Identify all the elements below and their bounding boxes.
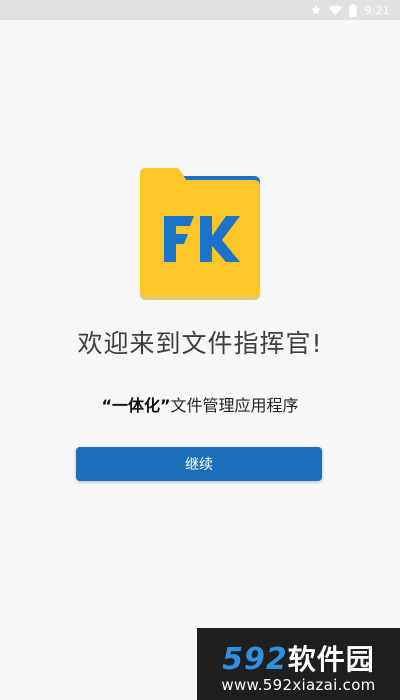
continue-button[interactable]: 继续	[76, 447, 322, 481]
star-icon	[310, 4, 322, 16]
subtitle-rest: 文件管理应用程序	[170, 396, 299, 415]
status-bar: 9:21	[0, 0, 400, 20]
watermark-digits: 592	[222, 642, 288, 677]
status-icons: 9:21	[310, 1, 390, 19]
status-time: 9:21	[364, 3, 390, 17]
folder-icon	[140, 168, 260, 300]
app-screen: 9:21 欢迎来到文件指挥官! “一体化”文件管理应用程序 继续 592软件园	[0, 0, 400, 700]
app-logo	[136, 164, 264, 300]
watermark-brand: 592软件园	[197, 638, 400, 678]
watermark: 592软件园 www.592xiazai.com	[197, 628, 400, 700]
watermark-url: www.592xiazai.com	[221, 676, 376, 694]
watermark-text: 软件园	[287, 643, 375, 676]
battery-icon	[349, 3, 358, 17]
subtitle-bold: “一体化”	[101, 396, 171, 415]
subtitle: “一体化”文件管理应用程序	[0, 392, 400, 416]
welcome-title: 欢迎来到文件指挥官!	[77, 329, 323, 358]
wifi-icon	[329, 4, 343, 16]
